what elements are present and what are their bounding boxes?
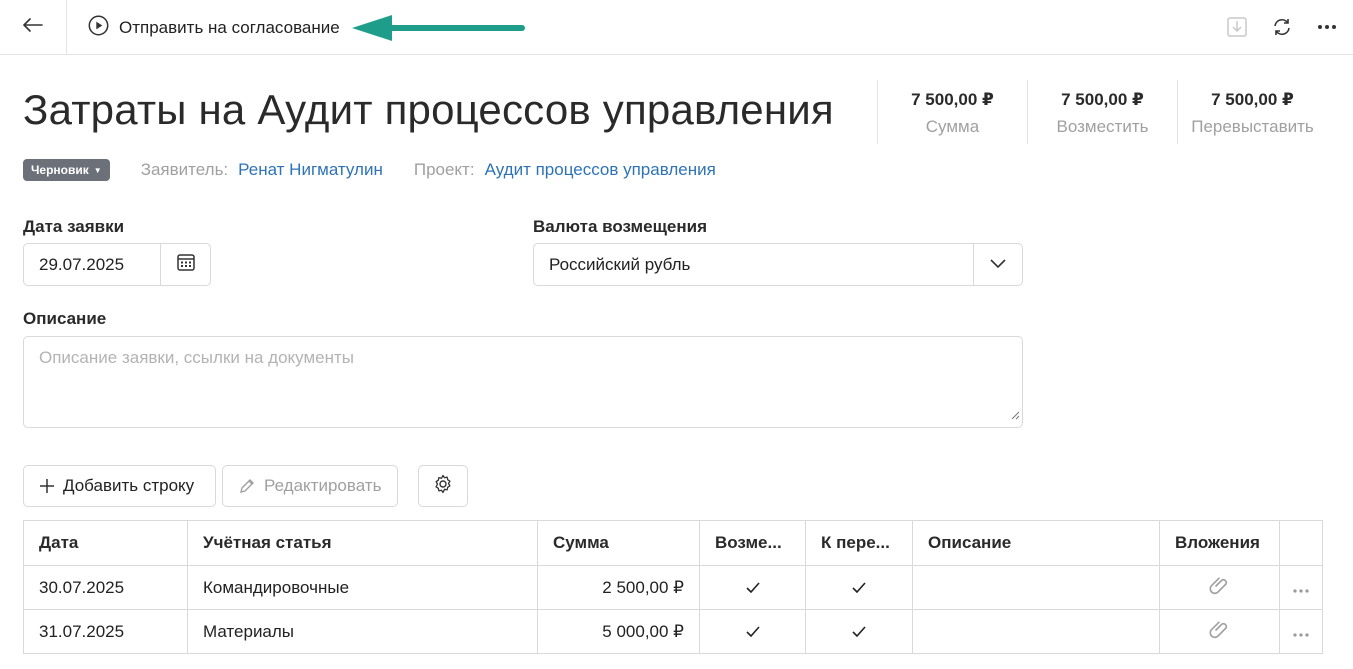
paperclip-icon[interactable] (1208, 618, 1231, 645)
column-header-date[interactable]: Дата (24, 521, 187, 565)
page-title: Затраты на Аудит процессов управления (23, 86, 834, 133)
toolbar: Отправить на согласование (0, 0, 1353, 55)
column-header-rebill[interactable]: К пере... (805, 521, 912, 565)
add-row-button[interactable]: Добавить строку (23, 465, 216, 507)
check-icon (852, 578, 866, 598)
total-reimburse-value: 7 500,00 ₽ (1061, 90, 1144, 109)
totals-panel: 7 500,00 ₽ Сумма 7 500,00 ₽ Возместить 7… (877, 80, 1327, 144)
plus-icon (39, 478, 55, 494)
date-field: 29.07.2025 (23, 243, 211, 286)
download-icon[interactable] (1225, 15, 1249, 39)
check-icon (745, 578, 760, 598)
table-row[interactable]: 31.07.2025 Материалы 5 000,00 ₽ (24, 609, 1322, 653)
cell-attachments (1159, 610, 1279, 653)
column-header-actions (1279, 521, 1322, 565)
total-rebill: 7 500,00 ₽ Перевыставить (1177, 80, 1327, 144)
calendar-button[interactable] (161, 244, 210, 285)
cell-date: 31.07.2025 (39, 621, 125, 641)
total-rebill-value: 7 500,00 ₽ (1211, 90, 1294, 109)
cell-rebill (805, 610, 912, 653)
check-icon (852, 622, 866, 642)
refresh-icon[interactable] (1270, 15, 1294, 39)
date-input[interactable]: 29.07.2025 (24, 244, 161, 285)
cell-row-actions (1279, 566, 1322, 609)
check-icon (745, 622, 760, 642)
cell-account: Материалы (187, 610, 537, 653)
expenses-table: Дата Учётная статья Сумма Возме... К пер… (23, 520, 1323, 654)
column-header-account[interactable]: Учётная статья (187, 521, 537, 565)
resize-handle-icon[interactable] (1011, 405, 1020, 425)
cell-account: Командировочные (187, 566, 537, 609)
total-reimburse-caption: Возместить (1056, 117, 1149, 136)
total-sum: 7 500,00 ₽ Сумма (877, 80, 1027, 144)
currency-dropdown-button[interactable] (974, 244, 1022, 285)
pencil-icon (238, 477, 256, 495)
cell-reimburse (699, 566, 805, 609)
cell-amount: 5 000,00 ₽ (537, 610, 699, 653)
row-more-icon[interactable] (1293, 578, 1309, 598)
column-header-description[interactable]: Описание (912, 521, 1159, 565)
applicant-label: Заявитель: (140, 160, 229, 179)
table-header-row: Дата Учётная статья Сумма Возме... К пер… (24, 521, 1322, 565)
project-link[interactable]: Аудит процессов управления (485, 160, 716, 180)
send-for-approval-label: Отправить на согласование (119, 18, 340, 37)
table-settings-button[interactable] (418, 465, 468, 507)
table-row[interactable]: 30.07.2025 Командировочные 2 500,00 ₽ (24, 565, 1322, 609)
send-for-approval-button[interactable]: Отправить на согласование (88, 15, 340, 41)
cell-date: 30.07.2025 (39, 577, 125, 597)
total-rebill-caption: Перевыставить (1191, 117, 1314, 136)
annotation-arrow-icon (350, 14, 526, 47)
cell-row-actions (1279, 610, 1322, 653)
gear-icon (433, 474, 453, 499)
currency-select[interactable]: Российский рубль (533, 243, 1023, 286)
column-header-attachments[interactable]: Вложения (1159, 521, 1279, 565)
play-circle-icon (88, 15, 109, 41)
back-arrow-icon (23, 17, 43, 37)
more-icon[interactable] (1315, 15, 1339, 39)
status-label: Черновик (31, 163, 89, 177)
total-reimburse: 7 500,00 ₽ Возместить (1027, 80, 1177, 144)
caret-down-icon: ▼ (93, 165, 102, 175)
total-sum-value: 7 500,00 ₽ (911, 90, 994, 109)
back-button[interactable] (0, 0, 67, 54)
status-badge[interactable]: Черновик ▼ (23, 159, 110, 181)
applicant-link[interactable]: Ренат Нигматулин (238, 160, 383, 180)
description-textarea[interactable]: Описание заявки, ссылки на документы (23, 336, 1023, 428)
edit-button[interactable]: Редактировать (222, 465, 398, 507)
row-more-icon[interactable] (1293, 622, 1309, 642)
column-header-amount[interactable]: Сумма (537, 521, 699, 565)
currency-value: Российский рубль (534, 244, 974, 285)
request-meta: Черновик ▼ Заявитель: Ренат Нигматулин П… (23, 159, 716, 181)
calendar-icon (176, 252, 196, 277)
column-header-reimburse[interactable]: Возме... (699, 521, 805, 565)
cell-reimburse (699, 610, 805, 653)
description-placeholder: Описание заявки, ссылки на документы (39, 348, 355, 367)
paperclip-icon[interactable] (1208, 574, 1231, 601)
cell-amount: 2 500,00 ₽ (537, 566, 699, 609)
date-label: Дата заявки (23, 217, 125, 236)
chevron-down-icon (990, 256, 1006, 274)
description-label: Описание (23, 309, 107, 328)
cell-rebill (805, 566, 912, 609)
cell-attachments (1159, 566, 1279, 609)
cell-description (912, 610, 1159, 653)
add-row-label: Добавить строку (63, 476, 195, 495)
currency-label: Валюта возмещения (533, 217, 708, 236)
total-sum-caption: Сумма (925, 117, 980, 136)
edit-label: Редактировать (264, 476, 382, 495)
cell-description (912, 566, 1159, 609)
project-label: Проект: (413, 160, 475, 179)
